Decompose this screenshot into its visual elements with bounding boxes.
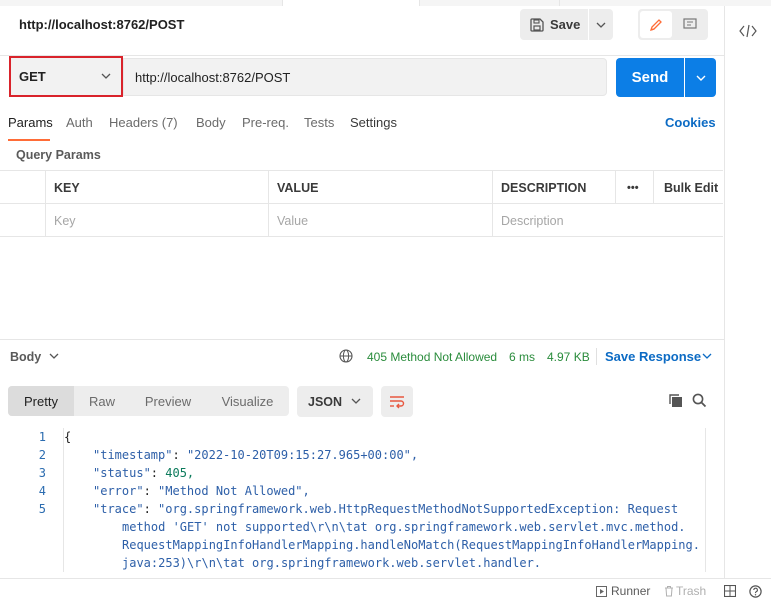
save-dropdown-button[interactable]	[589, 9, 613, 40]
request-title[interactable]: http://localhost:8762/POST	[19, 17, 184, 32]
value-column-header: VALUE	[268, 171, 492, 204]
right-sidebar	[724, 6, 771, 578]
code-line-wrapped: RequestMappingInfoHandlerMapping.handleN…	[122, 538, 700, 552]
tab-visualize[interactable]: Visualize	[206, 386, 289, 416]
code-line: {	[64, 430, 72, 444]
tab-body[interactable]: Body	[196, 115, 226, 130]
save-button[interactable]: Save	[520, 9, 588, 40]
globe-icon[interactable]	[339, 349, 353, 363]
status-bar: Runner Trash	[0, 578, 771, 602]
url-input[interactable]: http://localhost:8762/POST	[123, 58, 607, 96]
format-value: JSON	[308, 394, 343, 409]
line-number: 3	[38, 466, 46, 480]
json-value: "Method Not Allowed",	[158, 484, 310, 498]
response-body-editor[interactable]: 1 { 2 "timestamp": "2022-10-20T09:15:27.…	[0, 428, 716, 572]
tab-pre-request[interactable]: Pre-req.	[242, 115, 289, 130]
line-number: 2	[38, 448, 46, 462]
play-icon	[596, 585, 607, 597]
view-mode-toggle	[638, 9, 708, 40]
save-response-button[interactable]: Save Response	[605, 349, 701, 364]
bulk-edit-button[interactable]: Bulk Edit	[653, 171, 723, 204]
response-view-tabs: Pretty Raw Preview Visualize	[8, 386, 289, 416]
key-input[interactable]: Key	[45, 204, 268, 237]
wrap-icon	[390, 395, 405, 408]
tab-params[interactable]: Params	[8, 115, 53, 130]
save-label: Save	[550, 17, 581, 32]
tab-raw[interactable]: Raw	[74, 386, 130, 416]
save-icon	[530, 17, 544, 32]
line-number: 4	[38, 484, 46, 498]
checkbox-column-header	[0, 171, 45, 204]
description-input[interactable]: Description	[492, 204, 723, 237]
status-badge[interactable]: 405 Method Not Allowed	[367, 350, 497, 364]
trash-button[interactable]: Trash	[664, 584, 706, 598]
request-panel: http://localhost:8762/POST Save GET http…	[0, 0, 724, 572]
line-number: 1	[38, 430, 46, 444]
method-value: GET	[19, 69, 46, 84]
query-params-table: KEY VALUE DESCRIPTION ••• Bulk Edit Key …	[0, 170, 723, 237]
json-value: "org.springframework.web.HttpRequestMeth…	[158, 502, 679, 516]
description-column-header: DESCRIPTION	[492, 171, 615, 204]
help-icon[interactable]	[749, 585, 762, 598]
response-header-bar: Body 405 Method Not Allowed 6 ms 4.97 KB…	[0, 339, 724, 372]
chevron-down-icon	[101, 73, 111, 79]
code-line-wrapped: method 'GET' not supported\r\n\tat org.s…	[122, 520, 686, 534]
query-params-title: Query Params	[16, 148, 101, 162]
send-dropdown-button[interactable]	[685, 58, 716, 97]
chevron-down-icon[interactable]	[49, 353, 59, 359]
tab-auth[interactable]: Auth	[66, 115, 93, 130]
response-size[interactable]: 4.97 KB	[547, 350, 590, 364]
chevron-down-icon[interactable]	[702, 353, 712, 359]
trash-label: Trash	[676, 584, 707, 598]
copy-icon[interactable]	[668, 393, 683, 408]
comment-icon	[683, 18, 697, 29]
code-line: "status": 405,	[93, 466, 195, 480]
format-select[interactable]: JSON	[297, 386, 373, 417]
response-body-label[interactable]: Body	[10, 350, 41, 364]
code-line: "error": "Method Not Allowed",	[93, 484, 310, 498]
tab-headers[interactable]: Headers (7)	[109, 115, 178, 130]
code-line: "timestamp": "2022-10-20T09:15:27.965+00…	[93, 448, 419, 462]
tab-preview[interactable]: Preview	[130, 386, 206, 416]
json-key: "trace"	[93, 502, 144, 516]
json-key: "error"	[93, 484, 144, 498]
value-input[interactable]: Value	[268, 204, 492, 237]
json-key: "timestamp"	[93, 448, 173, 462]
send-button[interactable]: Send	[616, 58, 684, 97]
code-snippet-icon[interactable]	[739, 24, 757, 38]
json-value: 405,	[165, 466, 195, 480]
runner-label: Runner	[611, 584, 651, 598]
key-column-header: KEY	[45, 171, 268, 204]
search-icon[interactable]	[692, 393, 707, 408]
code-line-wrapped: java:253)\r\n\tat org.springframework.we…	[122, 556, 542, 570]
chevron-down-icon	[351, 398, 361, 404]
divider	[596, 348, 597, 365]
documentation-mode-button[interactable]	[674, 11, 706, 38]
table-header-row: KEY VALUE DESCRIPTION ••• Bulk Edit	[0, 171, 723, 204]
chevron-down-icon	[596, 22, 606, 28]
pencil-icon	[649, 18, 662, 31]
chevron-down-icon	[696, 75, 705, 81]
cookies-link[interactable]: Cookies	[665, 115, 716, 130]
table-row: Key Value Description	[0, 204, 723, 237]
json-key: "status"	[93, 466, 151, 480]
tab-settings[interactable]: Settings	[350, 115, 397, 130]
tab-tests[interactable]: Tests	[304, 115, 334, 130]
runner-button[interactable]: Runner	[596, 584, 650, 598]
row-checkbox-cell	[0, 204, 45, 237]
gutter-divider	[63, 428, 64, 572]
code-line: "trace": "org.springframework.web.HttpRe…	[93, 502, 679, 516]
two-pane-layout-icon[interactable]	[724, 585, 736, 597]
line-number: 5	[38, 502, 46, 516]
json-value: "2022-10-20T09:15:27.965+00:00",	[186, 448, 419, 462]
trash-icon	[665, 586, 673, 597]
response-time[interactable]: 6 ms	[509, 350, 535, 364]
more-options-button[interactable]: •••	[615, 171, 653, 204]
active-tab-indicator	[8, 139, 50, 141]
scrollbar[interactable]	[705, 428, 716, 572]
method-select[interactable]: GET	[9, 56, 123, 97]
wrap-lines-button[interactable]	[381, 386, 413, 417]
edit-mode-button[interactable]	[640, 11, 672, 38]
tab-pretty[interactable]: Pretty	[8, 386, 74, 416]
